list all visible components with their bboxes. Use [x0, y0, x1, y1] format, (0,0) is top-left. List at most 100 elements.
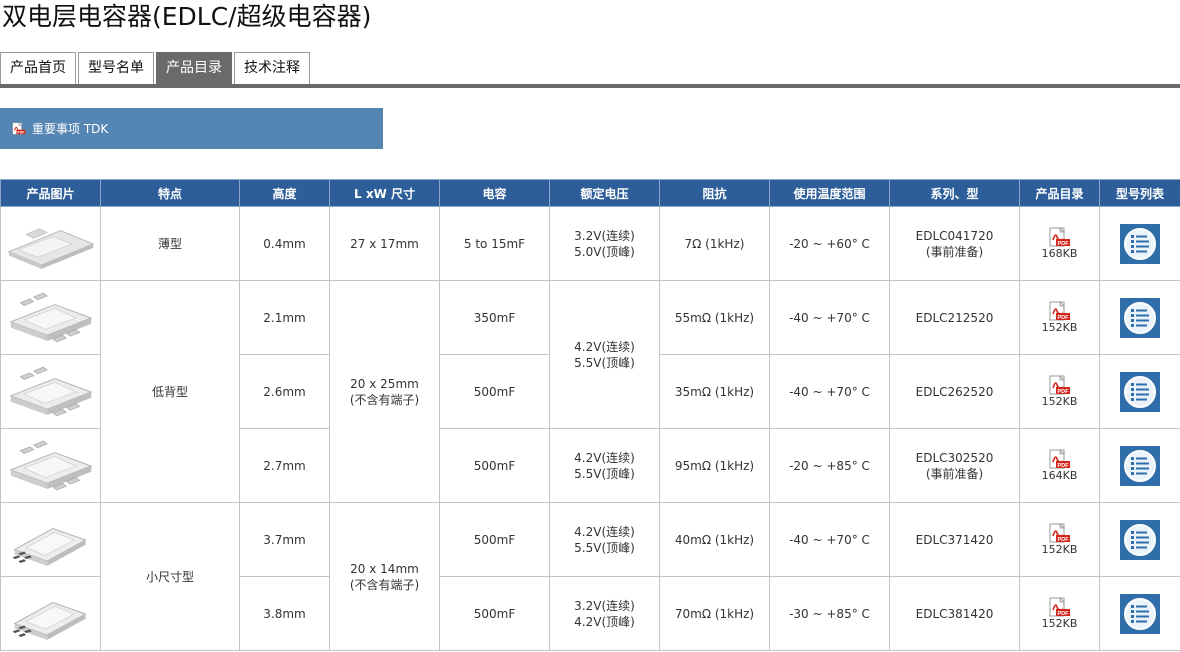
voltage-continuous: 4.2V(连续) [574, 450, 635, 465]
series-cell: EDLC371420 [889, 502, 1020, 577]
series-note: (事前准备) [925, 466, 984, 481]
catalog-pdf-link[interactable]: 152KB [1019, 502, 1100, 577]
col-header-model-list: 型号列表 [1099, 179, 1180, 207]
size-value: 20 x 25mm [350, 376, 419, 391]
pdf-size: 168KB [1041, 247, 1078, 260]
table-row: 薄型 0.4mm 27 x 17mm 5 to 15mF 3.2V(连续) 5.… [0, 206, 1180, 281]
list-icon[interactable] [1120, 520, 1160, 560]
size-note: (不含有端子) [349, 392, 420, 407]
voltage-peak: 4.2V(顶峰) [574, 614, 635, 629]
series-name: EDLC262520 [915, 384, 994, 399]
size-cell: 20 x 25mm (不含有端子) [329, 280, 440, 503]
col-header-feature: 特点 [100, 179, 240, 207]
series-name: EDLC302520 [915, 450, 994, 465]
list-icon[interactable] [1120, 298, 1160, 338]
pdf-icon [1049, 523, 1071, 543]
series-cell: EDLC212520 [889, 280, 1020, 355]
temperature-cell: -30 ~ +85° C [769, 576, 890, 651]
pdf-size: 152KB [1041, 617, 1078, 630]
product-image-cell [0, 280, 101, 355]
product-image-cell [0, 502, 101, 577]
product-image-cell [0, 428, 101, 503]
important-notice-link[interactable]: 重要事项 TDK [0, 108, 383, 149]
temperature-cell: -40 ~ +70° C [769, 280, 890, 355]
col-header-image: 产品图片 [0, 179, 101, 207]
model-list-cell [1099, 428, 1180, 503]
product-image-cell [0, 354, 101, 429]
list-icon[interactable] [1120, 594, 1160, 634]
capacitance-cell: 500mF [439, 502, 550, 577]
capacitor-image[interactable] [5, 437, 97, 495]
voltage-cell: 3.2V(连续) 4.2V(顶峰) [549, 576, 660, 651]
capacitor-image[interactable] [5, 215, 97, 273]
voltage-cell: 4.2V(连续) 5.5V(顶峰) [549, 280, 660, 429]
capacitor-image[interactable] [5, 289, 97, 347]
pdf-icon [1049, 449, 1071, 469]
series-cell: EDLC262520 [889, 354, 1020, 429]
temperature-cell: -20 ~ +60° C [769, 206, 890, 281]
catalog-pdf-link[interactable]: 164KB [1019, 428, 1100, 503]
series-cell: EDLC381420 [889, 576, 1020, 651]
model-list-cell [1099, 280, 1180, 355]
pdf-size: 152KB [1041, 543, 1078, 556]
voltage-cell: 3.2V(连续) 5.0V(顶峰) [549, 206, 660, 281]
size-note: (不含有端子) [349, 577, 420, 592]
table-row: 低背型 2.1mm 20 x 25mm (不含有端子) 350mF 4.2V(连… [0, 280, 1180, 503]
catalog-pdf-link[interactable]: 152KB [1019, 576, 1100, 651]
tab-model-list[interactable]: 型号名单 [78, 52, 154, 85]
feature-cell: 低背型 [100, 280, 240, 503]
voltage-continuous: 3.2V(连续) [574, 598, 635, 613]
impedance-cell: 35mΩ (1kHz) [659, 354, 770, 429]
height-cell: 3.7mm [239, 502, 330, 577]
catalog-pdf-link[interactable]: 168KB [1019, 206, 1100, 281]
notice-label: 重要事项 TDK [32, 122, 109, 136]
catalog-pdf-link[interactable]: 152KB [1019, 354, 1100, 429]
page-title: 双电层电容器(EDLC/超级电容器) [2, 2, 372, 31]
height-cell: 2.6mm [239, 354, 330, 429]
capacitance-cell: 5 to 15mF [439, 206, 550, 281]
tab-product-catalog[interactable]: 产品目录 [156, 52, 232, 85]
capacitor-image[interactable] [5, 511, 97, 569]
tab-bar: 产品首页 型号名单 产品目录 技术注释 [0, 52, 310, 85]
impedance-cell: 7Ω (1kHz) [659, 206, 770, 281]
voltage-peak: 5.0V(顶峰) [574, 244, 635, 259]
impedance-cell: 40mΩ (1kHz) [659, 502, 770, 577]
size-cell: 20 x 14mm (不含有端子) [329, 502, 440, 651]
capacitance-cell: 350mF [439, 280, 550, 355]
height-cell: 2.7mm [239, 428, 330, 503]
model-list-cell [1099, 206, 1180, 281]
voltage-cell: 4.2V(连续) 5.5V(顶峰) [549, 502, 660, 577]
pdf-size: 164KB [1041, 469, 1078, 482]
feature-cell: 小尺寸型 [100, 502, 240, 651]
model-list-cell [1099, 502, 1180, 577]
height-cell: 2.1mm [239, 280, 330, 355]
tab-product-home[interactable]: 产品首页 [0, 52, 76, 85]
col-header-capacitance: 电容 [439, 179, 550, 207]
product-table: 产品图片 特点 高度 L xW 尺寸 电容 额定电压 阻抗 使用温度范围 系列、… [0, 179, 1180, 651]
pdf-icon [1049, 301, 1071, 321]
col-header-size: L xW 尺寸 [329, 179, 440, 207]
series-cell: EDLC302520 (事前准备) [889, 428, 1020, 503]
voltage-peak: 5.5V(顶峰) [574, 466, 635, 481]
impedance-cell: 70mΩ (1kHz) [659, 576, 770, 651]
list-icon[interactable] [1120, 446, 1160, 486]
product-image-cell [0, 206, 101, 281]
size-value: 20 x 14mm [350, 561, 419, 576]
product-image-cell [0, 576, 101, 651]
height-cell: 3.8mm [239, 576, 330, 651]
col-header-temperature: 使用温度范围 [769, 179, 890, 207]
pdf-icon [12, 121, 26, 136]
series-name: EDLC381420 [915, 606, 994, 621]
list-icon[interactable] [1120, 372, 1160, 412]
pdf-icon [1049, 597, 1071, 617]
capacitor-image[interactable] [5, 363, 97, 421]
list-icon[interactable] [1120, 224, 1160, 264]
catalog-pdf-link[interactable]: 152KB [1019, 280, 1100, 355]
col-header-series: 系列、型 [889, 179, 1020, 207]
temperature-cell: -40 ~ +70° C [769, 354, 890, 429]
voltage-cell: 4.2V(连续) 5.5V(顶峰) [549, 428, 660, 503]
capacitor-image[interactable] [5, 585, 97, 643]
model-list-cell [1099, 576, 1180, 651]
tab-tech-notes[interactable]: 技术注释 [234, 52, 310, 85]
pdf-icon [1049, 375, 1071, 395]
